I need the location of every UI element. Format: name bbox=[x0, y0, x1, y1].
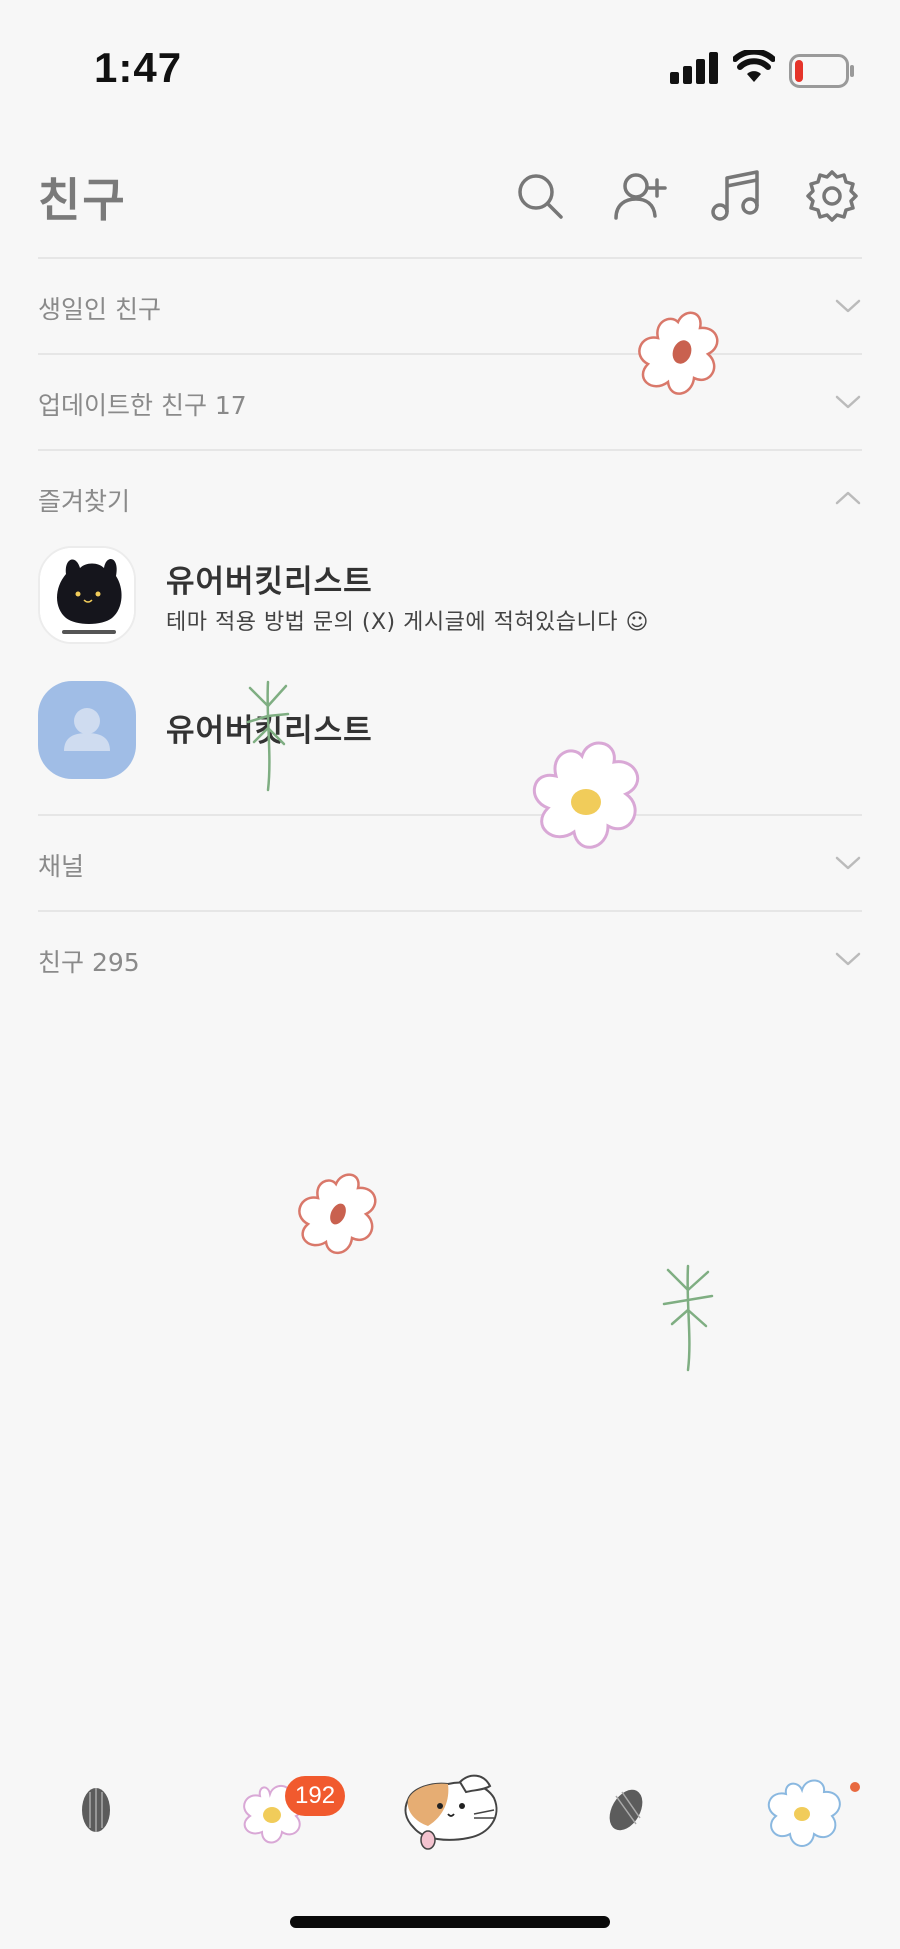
divider bbox=[38, 449, 862, 451]
status-time: 1:47 bbox=[94, 44, 183, 91]
divider bbox=[38, 353, 862, 355]
section-favorites[interactable]: 즐겨찾기 bbox=[38, 454, 862, 544]
divider bbox=[38, 257, 862, 259]
section-updated-friends[interactable]: 업데이트한 친구 17 bbox=[38, 358, 862, 448]
section-friends[interactable]: 친구 295 bbox=[38, 915, 862, 1005]
favorite-friend-row[interactable]: 유어버킷리스트 bbox=[38, 681, 862, 801]
friend-name: 유어버킷리스트 bbox=[166, 564, 373, 600]
blue-flower-icon bbox=[767, 1779, 841, 1847]
search-icon[interactable] bbox=[512, 168, 568, 224]
new-indicator-dot bbox=[850, 1782, 860, 1792]
wifi-icon bbox=[733, 50, 775, 82]
section-updated-label: 업데이트한 친구 17 bbox=[38, 391, 247, 420]
music-icon[interactable] bbox=[708, 168, 764, 224]
avatar bbox=[38, 546, 136, 644]
chevron-up-icon bbox=[835, 491, 861, 505]
section-friends-label: 친구 295 bbox=[38, 948, 140, 977]
section-birthday[interactable]: 생일인 친구 bbox=[38, 262, 862, 352]
section-favorites-label: 즐겨찾기 bbox=[38, 487, 131, 516]
settings-icon[interactable] bbox=[804, 168, 860, 224]
red-flower-doodle bbox=[298, 1173, 377, 1254]
seed-icon bbox=[82, 1788, 110, 1832]
unread-badge: 192 bbox=[285, 1776, 346, 1816]
chevron-down-icon bbox=[835, 395, 861, 409]
page-title: 친구 bbox=[38, 173, 127, 227]
add-friend-icon[interactable] bbox=[612, 168, 668, 224]
battery-icon bbox=[789, 54, 854, 88]
default-avatar bbox=[38, 681, 136, 779]
section-channel-label: 채널 bbox=[38, 852, 85, 881]
chevron-down-icon bbox=[835, 299, 861, 313]
tab-shopping[interactable] bbox=[600, 1760, 720, 1860]
divider bbox=[38, 910, 862, 912]
section-birthday-label: 생일인 친구 bbox=[38, 295, 161, 324]
friend-name: 유어버킷리스트 bbox=[166, 713, 373, 749]
tab-view[interactable] bbox=[398, 1760, 518, 1860]
cellular-signal-icon bbox=[670, 52, 718, 84]
seed-icon bbox=[609, 1789, 643, 1831]
tab-chats[interactable]: 192 bbox=[230, 1760, 350, 1860]
section-channel[interactable]: 채널 bbox=[38, 819, 862, 909]
puppy-icon bbox=[404, 1774, 498, 1850]
divider bbox=[38, 814, 862, 816]
tab-bar: 192 bbox=[0, 1760, 900, 1870]
chevron-down-icon bbox=[835, 856, 861, 870]
favorite-friend-row[interactable]: 유어버킷리스트 테마 적용 방법 문의 (X) 게시글에 적혀있습니다 ☺ bbox=[38, 546, 862, 666]
tab-more[interactable] bbox=[760, 1760, 880, 1860]
green-stem-doodle bbox=[662, 1264, 714, 1372]
friend-status-message: 테마 적용 방법 문의 (X) 게시글에 적혀있습니다 ☺ bbox=[166, 610, 649, 635]
home-indicator[interactable] bbox=[290, 1916, 610, 1928]
header: 친구 bbox=[0, 140, 900, 258]
tab-friends[interactable] bbox=[66, 1760, 186, 1860]
chevron-down-icon bbox=[835, 952, 861, 966]
status-bar: 1:47 bbox=[0, 0, 900, 140]
